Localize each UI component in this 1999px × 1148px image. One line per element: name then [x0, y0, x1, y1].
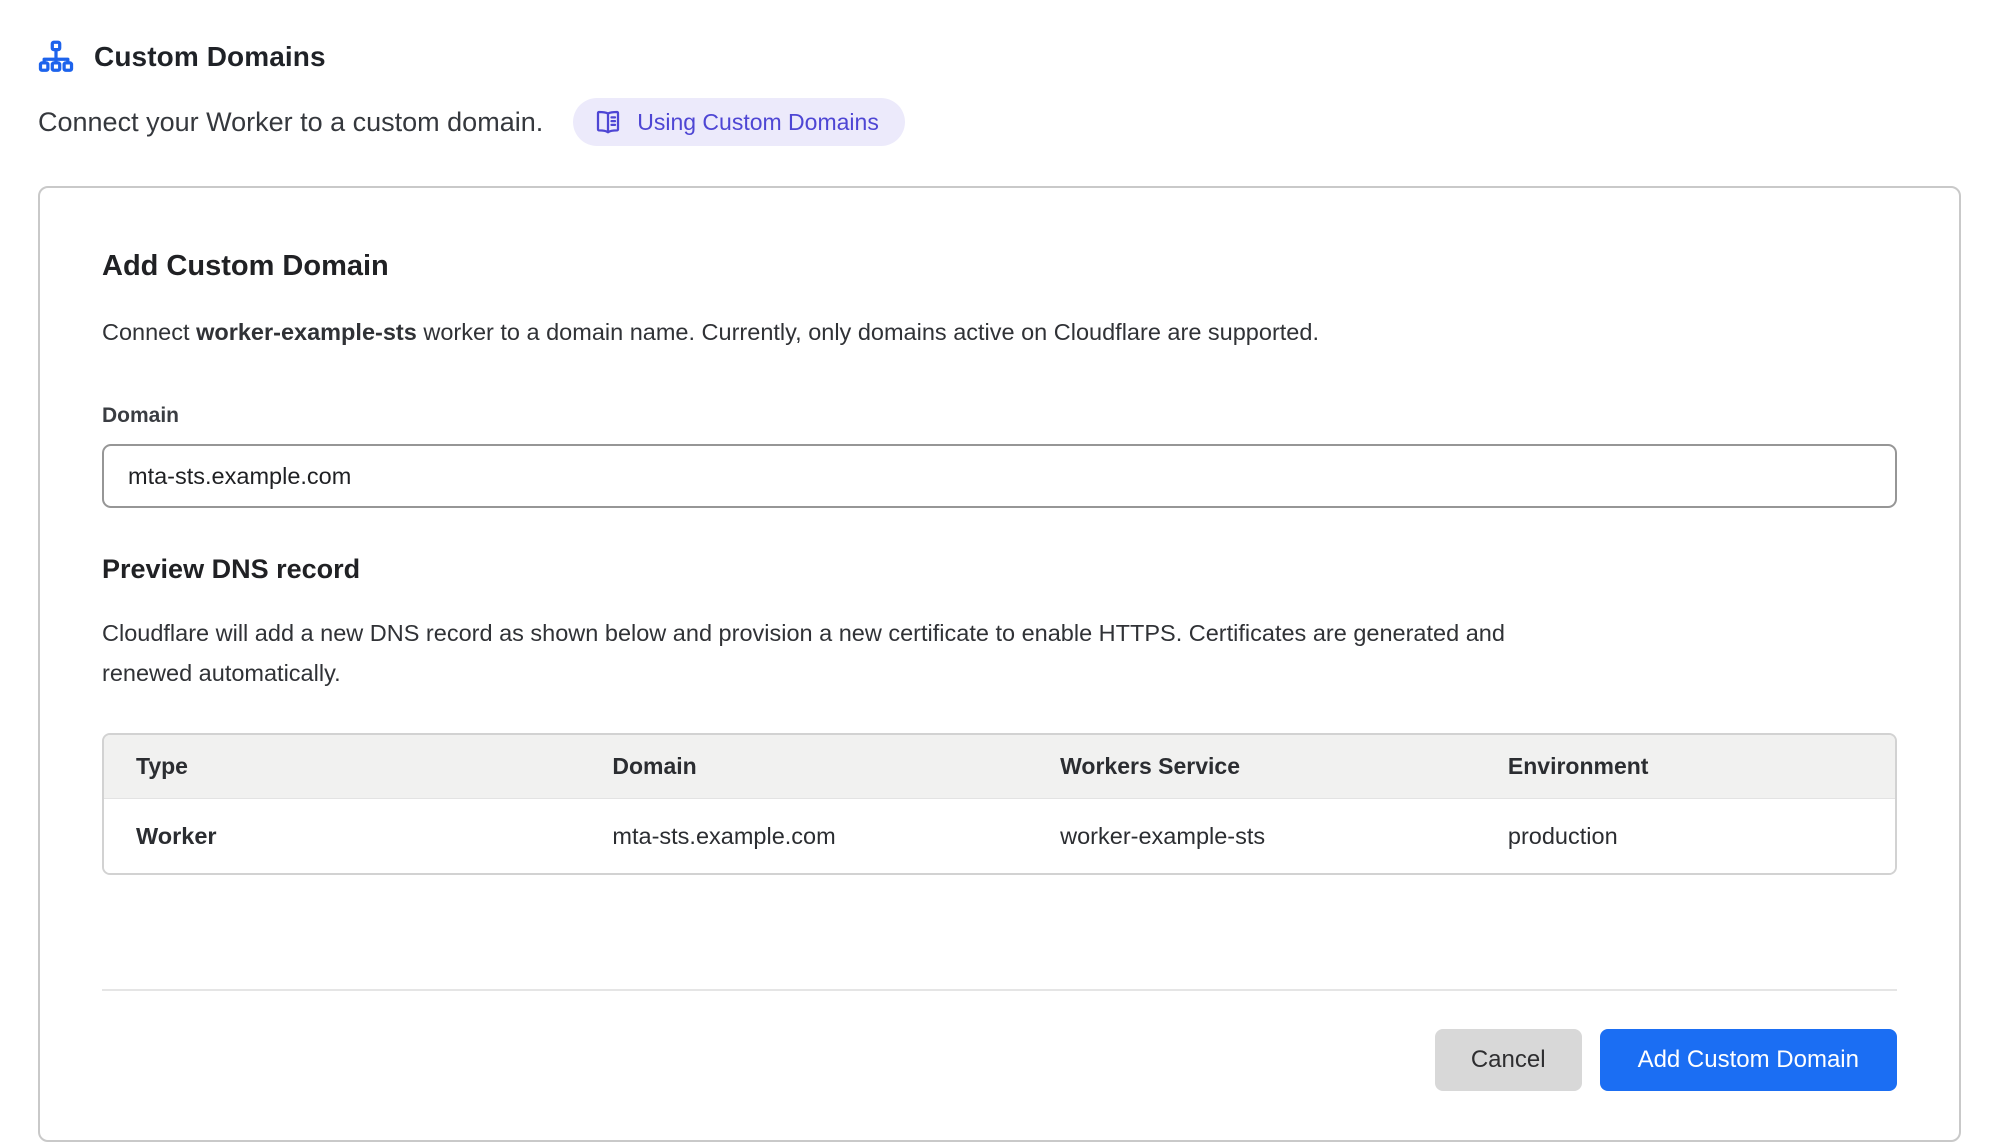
column-header-workers-service: Workers Service — [1028, 753, 1476, 780]
column-header-domain: Domain — [580, 753, 1028, 780]
column-header-type: Type — [104, 753, 580, 780]
open-book-icon — [593, 107, 623, 137]
dns-preview-table: Type Domain Workers Service Environment … — [102, 733, 1897, 875]
page-title: Custom Domains — [94, 41, 326, 73]
docs-link-using-custom-domains[interactable]: Using Custom Domains — [573, 98, 905, 146]
footer-divider — [102, 989, 1897, 991]
cancel-button[interactable]: Cancel — [1435, 1029, 1582, 1091]
preview-dns-description: Cloudflare will add a new DNS record as … — [102, 613, 1562, 693]
sitemap-icon — [38, 40, 74, 74]
page-subheader: Connect your Worker to a custom domain. … — [38, 98, 1961, 146]
add-custom-domain-button[interactable]: Add Custom Domain — [1600, 1029, 1897, 1091]
cell-workers-service: worker-example-sts — [1028, 823, 1476, 850]
cell-domain: mta-sts.example.com — [580, 823, 1028, 850]
page-header: Custom Domains — [38, 40, 1961, 74]
docs-link-label: Using Custom Domains — [637, 109, 879, 136]
add-custom-domain-panel: Add Custom Domain Connect worker-example… — [38, 186, 1961, 1142]
column-header-environment: Environment — [1476, 753, 1895, 780]
page-subtitle: Connect your Worker to a custom domain. — [38, 107, 543, 138]
domain-field-label: Domain — [102, 404, 1897, 428]
panel-intro-text: Connect worker-example-sts worker to a d… — [102, 319, 1897, 346]
table-header-row: Type Domain Workers Service Environment — [104, 735, 1895, 799]
cell-environment: production — [1476, 823, 1895, 850]
panel-heading: Add Custom Domain — [102, 250, 1897, 283]
cell-type: Worker — [104, 823, 580, 850]
domain-input[interactable] — [102, 444, 1897, 508]
footer-actions: Cancel Add Custom Domain — [102, 1029, 1897, 1091]
table-row: Worker mta-sts.example.com worker-exampl… — [104, 799, 1895, 873]
preview-dns-heading: Preview DNS record — [102, 554, 1897, 585]
worker-name: worker-example-sts — [196, 319, 417, 345]
